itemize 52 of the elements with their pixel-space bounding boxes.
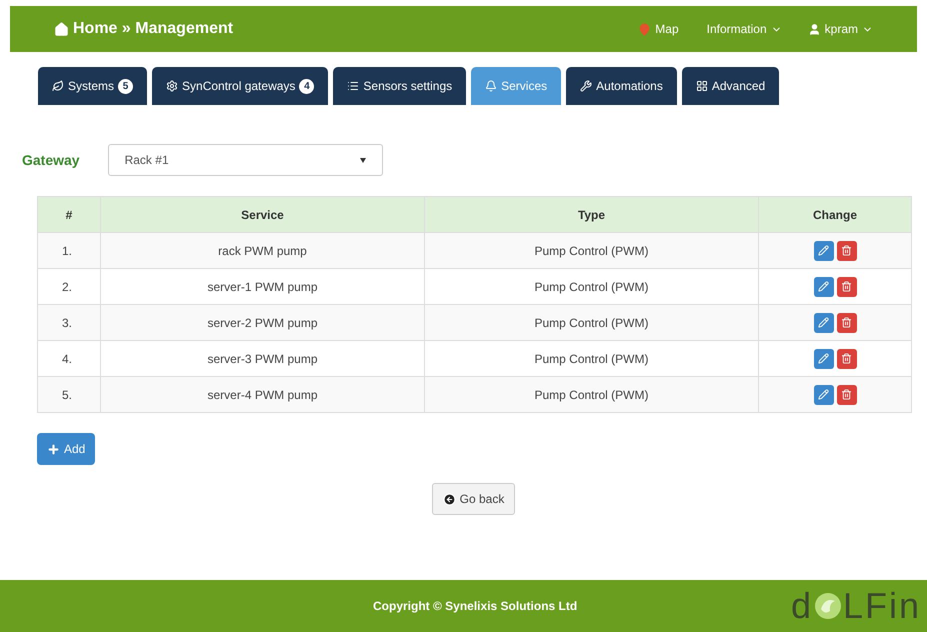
pencil-icon (818, 281, 829, 292)
tab[interactable]: Advanced (682, 67, 780, 105)
bell-icon (485, 80, 498, 92)
wrench-icon (580, 80, 592, 92)
edit-button[interactable] (814, 384, 834, 404)
delete-button[interactable] (836, 276, 856, 296)
copyright-text: Copyright © Synelixis Solutions Ltd (373, 598, 578, 615)
trash-icon (841, 245, 852, 256)
go-back-button[interactable]: Go back (432, 483, 516, 515)
pencil-icon (818, 245, 829, 256)
pencil-icon (818, 317, 829, 328)
tab[interactable]: Systems 5 (38, 67, 148, 105)
add-button[interactable]: Add (37, 433, 96, 465)
gateway-label: Gateway (22, 150, 80, 170)
trash-icon (841, 389, 852, 400)
logo-text: d (790, 588, 813, 624)
count-badge: 5 (118, 78, 134, 94)
home-icon (54, 22, 69, 36)
edit-button[interactable] (814, 276, 834, 296)
caret-icon (360, 158, 366, 162)
column-header: Change (758, 196, 912, 232)
tab[interactable]: Automations (566, 67, 677, 105)
edit-button[interactable] (814, 312, 834, 332)
tab[interactable]: Sensors settings (333, 67, 466, 105)
leaf-icon (52, 80, 64, 92)
table-cell: Pump Control (PWM) (424, 376, 758, 412)
plus-icon (47, 442, 60, 456)
edit-button[interactable] (814, 348, 834, 368)
delete-button[interactable] (836, 312, 856, 332)
pencil-icon (818, 353, 829, 364)
tab[interactable]: SynControl gateways 4 (152, 67, 328, 105)
table-cell: 5. (38, 376, 100, 412)
logo-text: LFin (842, 588, 921, 624)
map-pin-icon (638, 22, 652, 36)
edit-button[interactable] (814, 240, 834, 260)
trash-icon (841, 317, 852, 328)
grid-icon (696, 80, 708, 92)
delete-button[interactable] (836, 384, 856, 404)
swirl-logo-icon (812, 591, 843, 621)
user-icon (808, 22, 821, 36)
pencil-icon (818, 389, 829, 400)
delete-button[interactable] (836, 240, 856, 260)
trash-icon (841, 281, 852, 292)
column-header: Service (100, 196, 424, 232)
gateway-select[interactable]: Rack #1 (108, 144, 383, 176)
gear-icon (166, 80, 178, 92)
delete-button[interactable] (836, 348, 856, 368)
column-header: # (38, 196, 100, 232)
trash-icon (841, 353, 852, 364)
table-cell: server-4 PWM pump (100, 376, 424, 412)
column-header: Type (424, 196, 758, 232)
count-badge: 4 (299, 78, 314, 94)
